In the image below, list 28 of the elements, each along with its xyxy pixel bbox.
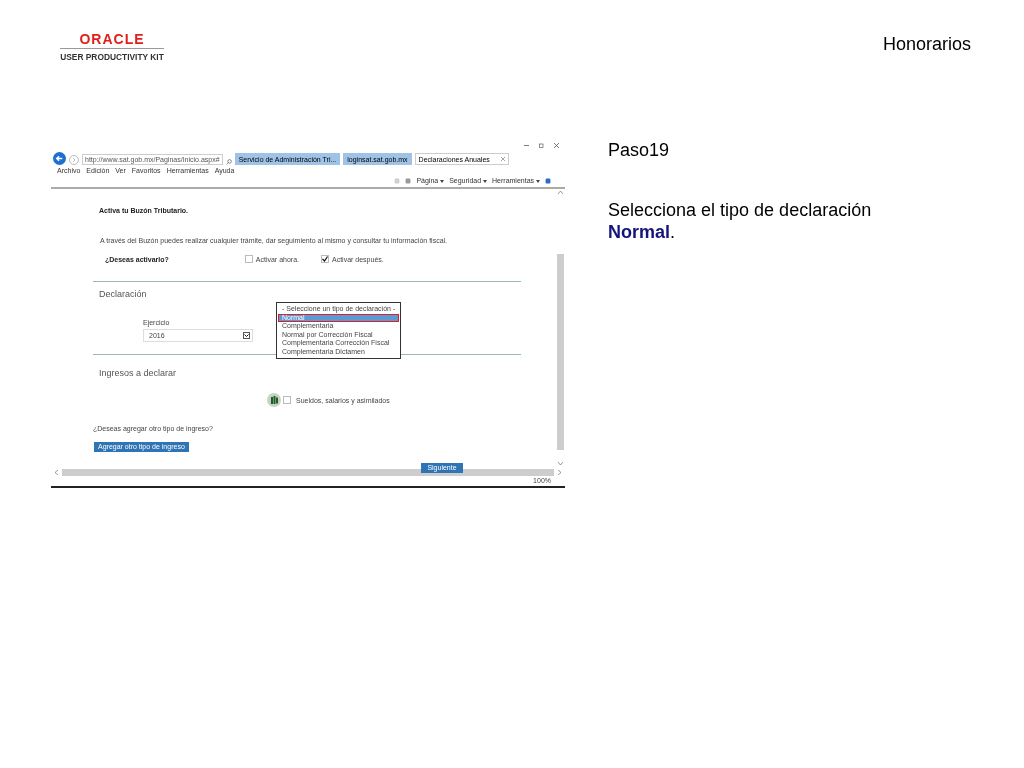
- section-heading: Ingresos a declarar: [99, 368, 177, 378]
- lesson-title: Honorarios: [882, 34, 971, 56]
- check-icon: [322, 256, 328, 262]
- search-icon[interactable]: [225, 159, 232, 165]
- scroll-down-icon[interactable]: [557, 462, 563, 465]
- scroll-left-icon[interactable]: [55, 469, 58, 475]
- forward-icon[interactable]: [69, 155, 79, 165]
- product-name: USER PRODUCTIVITY KIT: [60, 48, 164, 62]
- caret-icon: [483, 180, 488, 183]
- checkbox[interactable]: [244, 255, 253, 263]
- instruction-text: Selecciona el tipo de declaración Normal.: [608, 199, 873, 243]
- scrollbar-thumb[interactable]: [556, 254, 564, 450]
- checkbox[interactable]: [283, 396, 291, 404]
- back-icon[interactable]: [53, 152, 66, 165]
- caret-icon: [536, 180, 540, 183]
- caret-icon: [440, 180, 445, 183]
- people-icon: [267, 393, 281, 407]
- brand-logo: ORACLE: [79, 32, 145, 46]
- minimize-icon[interactable]: [524, 143, 529, 148]
- step-number: Paso19: [608, 140, 671, 161]
- restore-icon[interactable]: [539, 143, 544, 148]
- dropdown-icon[interactable]: [243, 332, 250, 339]
- checkbox[interactable]: [321, 255, 329, 263]
- close-icon[interactable]: [500, 157, 505, 161]
- section-heading: Declaración: [99, 289, 147, 299]
- close-icon[interactable]: [554, 143, 559, 148]
- scroll-right-icon[interactable]: [558, 469, 561, 475]
- scroll-up-icon[interactable]: [557, 191, 563, 194]
